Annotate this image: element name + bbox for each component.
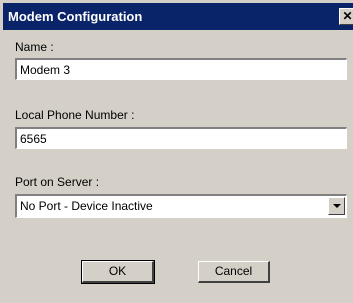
port-on-server-select[interactable]: No Port - Device Inactive [15, 194, 347, 218]
name-input[interactable] [15, 58, 347, 80]
title-bar[interactable]: Modem Configuration ✕ [3, 3, 353, 30]
local-phone-number-label: Local Phone Number : [15, 108, 135, 122]
port-on-server-value: No Port - Device Inactive [20, 199, 153, 213]
local-phone-number-input[interactable] [15, 127, 347, 149]
close-icon: ✕ [342, 9, 353, 23]
close-button[interactable]: ✕ [339, 8, 353, 25]
cancel-button[interactable]: Cancel [198, 261, 270, 283]
dropdown-arrow-icon[interactable] [328, 197, 345, 215]
port-on-server-label: Port on Server : [15, 175, 100, 189]
name-label: Name : [15, 40, 54, 54]
ok-button[interactable]: OK [81, 260, 155, 284]
dialog-title: Modem Configuration [8, 9, 143, 24]
modem-configuration-dialog: Modem Configuration ✕ Name : Local Phone… [0, 0, 353, 303]
